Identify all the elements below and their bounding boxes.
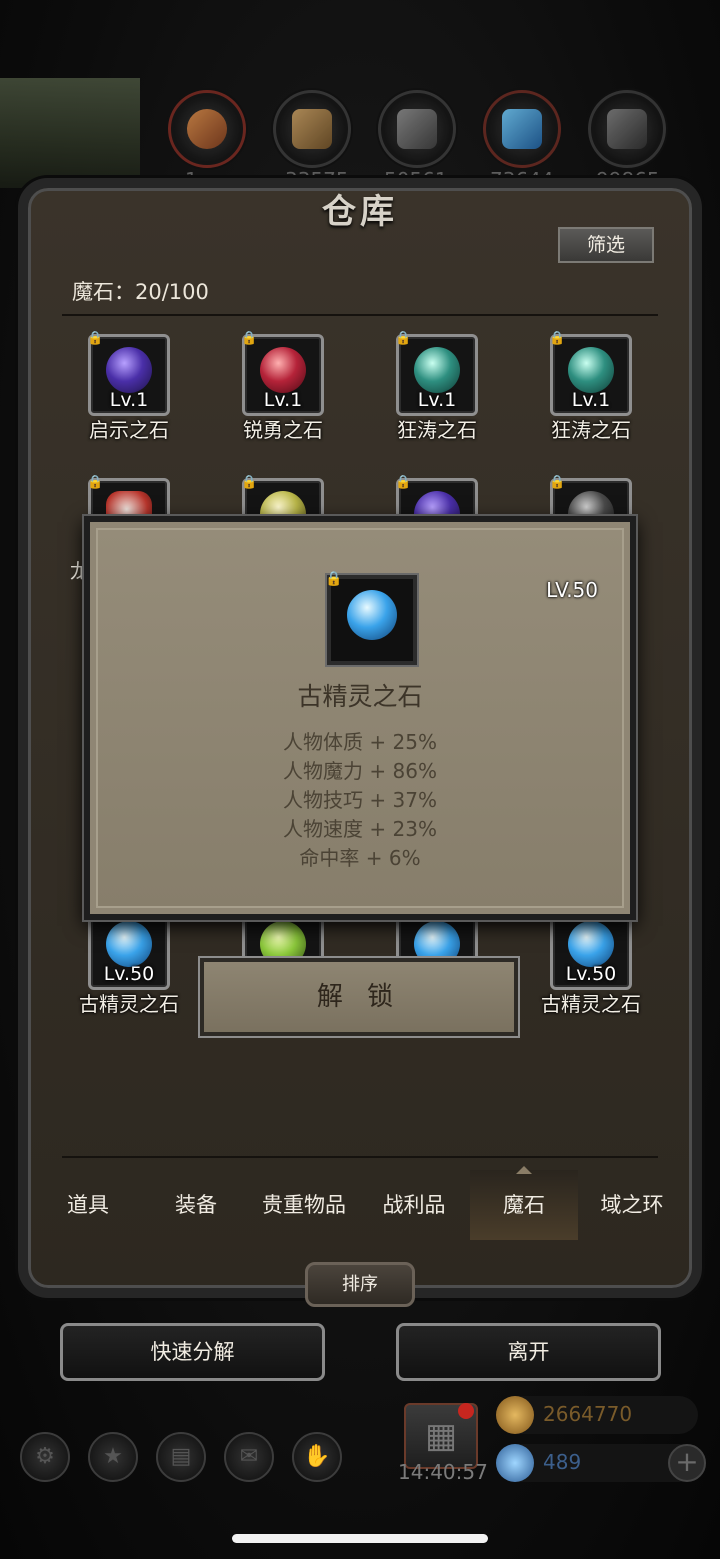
divider [62,1156,658,1158]
quick-decompose-button[interactable]: 快速分解 [60,1323,325,1381]
item-slot: 🔒 Lv.1 [241,331,324,416]
tab-domain-rings[interactable]: 域之环 [578,1170,686,1240]
inventory-item[interactable]: 🔒 Lv.1 狂涛之石 [528,331,654,443]
tab-items[interactable]: 道具 [34,1170,142,1240]
detail-item-slot: 🔒 [325,571,417,665]
lock-icon: 🔒 [87,475,104,490]
map-thumbnail[interactable] [0,78,140,188]
item-slot: 🔒 Lv.50 [87,905,170,990]
lock-icon: 🔒 [395,475,412,490]
category-tabs: 道具 装备 贵重物品 战利品 魔石 域之环 [34,1166,686,1240]
gem-icon [260,347,306,394]
item-name: 启示之石 [89,418,169,442]
stone-count: 魔石：20/100 [72,280,209,304]
inventory-item[interactable]: 🔒 Lv.1 启示之石 [66,331,192,443]
home-indicator[interactable] [232,1534,488,1543]
gem-icon [106,921,152,968]
inventory-item[interactable]: 🔒 Lv.1 狂涛之石 [374,331,500,443]
lock-icon: 🔒 [395,331,412,346]
lock-icon: 🔒 [87,331,104,346]
mail-icon[interactable]: ✉ [224,1432,274,1482]
lock-icon: 🔒 [549,331,566,346]
meat-icon [168,90,246,168]
lock-icon: 🔒 [325,571,343,587]
inventory-item[interactable]: 🔒 Lv.50 古精灵之石 [528,905,654,1017]
panel-title: 仓库 [322,192,398,232]
diamond-icon [496,1444,534,1482]
book-icon[interactable]: ▤ [156,1432,206,1482]
item-level: Lv.1 [109,389,149,411]
tab-equipment[interactable]: 装备 [142,1170,250,1240]
item-level: Lv.1 [571,389,611,411]
lock-icon: 🔒 [549,475,566,490]
stat-line: 人物体质 + 25% [283,730,437,754]
settings-icon[interactable]: ⚙ [20,1432,70,1482]
inventory-item[interactable]: 🔒 Lv.1 锐勇之石 [220,331,346,443]
gold-value: 2664770 [543,1402,633,1426]
gem-icon [106,347,152,394]
iron-icon [378,90,456,168]
sort-button[interactable]: 排序 [305,1262,415,1307]
lock-icon: 🔒 [241,475,258,490]
gold-counter: 2664770 [496,1396,698,1434]
gem-icon [568,921,614,968]
stone-icon [588,90,666,168]
gem-icon [414,347,460,394]
gem-icon [568,347,614,394]
stat-line: 人物技巧 + 37% [283,788,437,812]
item-name: 狂涛之石 [397,418,477,442]
filter-button[interactable]: 筛选 [558,227,654,263]
handshake-icon[interactable]: ✋ [292,1432,342,1482]
stat-list: 人物体质 + 25% 人物魔力 + 86% 人物技巧 + 37% 人物速度 + … [98,728,622,873]
unlock-button[interactable]: 解 锁 [200,958,518,1036]
item-level: Lv.1 [263,389,303,411]
resource-bar: 1 33575 50561 73644 99865 [0,78,720,192]
item-slot: 🔒 Lv.1 [395,331,478,416]
item-name: 狂涛之石 [551,418,631,442]
popup-body: 🔒 LV.50 古精灵之石 人物体质 + 25% 人物魔力 + 86% 人物技巧… [96,528,624,908]
gold-icon [496,1396,534,1434]
item-name: 锐勇之石 [243,418,323,442]
item-level: Lv.50 [565,963,617,985]
stat-line: 命中率 + 6% [299,846,421,870]
tab-magic-stones[interactable]: 魔石 [470,1166,578,1240]
item-level: Lv.50 [103,963,155,985]
stat-line: 人物速度 + 23% [283,817,437,841]
tab-valuables[interactable]: 贵重物品 [250,1170,358,1240]
gem-icon [347,590,397,641]
tab-loot[interactable]: 战利品 [360,1170,468,1240]
badge-icon[interactable]: ★ [88,1432,138,1482]
item-slot: 🔒 Lv.50 [549,905,632,990]
wood-icon [273,90,351,168]
item-level: Lv.1 [417,389,457,411]
crystal-icon [483,90,561,168]
detail-name: 古精灵之石 [297,682,423,711]
inventory-item[interactable]: 🔒 Lv.50 古精灵之石 [66,905,192,1017]
divider [62,314,658,316]
item-name: 古精灵之石 [541,992,641,1016]
item-name: 古精灵之石 [79,992,179,1016]
stat-line: 人物魔力 + 86% [283,759,437,783]
lock-icon: 🔒 [241,331,258,346]
gift-timer: 14:40:57 [398,1460,488,1484]
add-currency-button[interactable]: + [668,1444,706,1482]
notification-dot [458,1403,474,1419]
item-slot: 🔒 Lv.1 [87,331,170,416]
gem-value: 489 [543,1450,582,1474]
item-slot: 🔒 Lv.1 [549,331,632,416]
leave-button[interactable]: 离开 [396,1323,661,1381]
item-detail-popup: 🔒 LV.50 古精灵之石 人物体质 + 25% 人物魔力 + 86% 人物技巧… [84,516,636,920]
detail-level: LV.50 [546,578,598,602]
